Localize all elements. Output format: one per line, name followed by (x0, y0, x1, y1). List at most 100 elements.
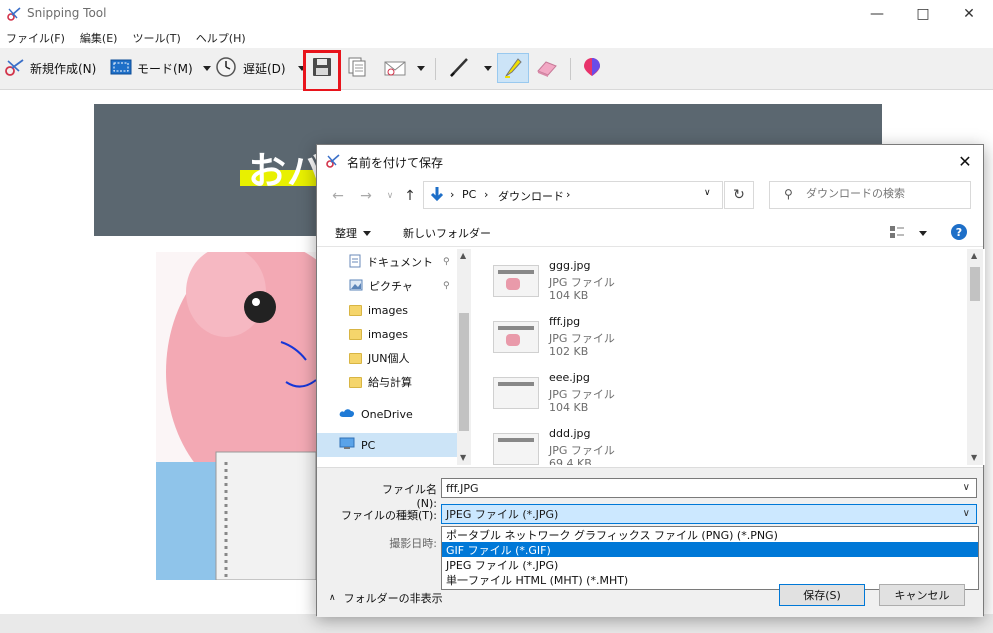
new-snip-label: 新規作成(N) (30, 61, 97, 76)
help-button[interactable]: ? (951, 224, 967, 240)
menu-bar: ファイル(F) 編集(E) ツール(T) ヘルプ(H) (0, 28, 993, 48)
navigation-pane: ドキュメント ⚲ ピクチャ ⚲ images images JUN個人 給与計算… (317, 249, 471, 465)
nav-item-payroll[interactable]: 給与計算 (349, 371, 412, 393)
nav-item-onedrive[interactable]: OneDrive (339, 403, 413, 425)
envelope-icon (383, 56, 407, 81)
file-item[interactable]: fff.jpg JPG ファイル 102 KB (493, 315, 693, 371)
breadcrumb-pc[interactable]: PC (462, 188, 476, 201)
scrollbar-thumb[interactable] (970, 267, 980, 301)
filetype-dropdown[interactable]: JPEG ファイル (*.JPG) ∨ (441, 504, 977, 524)
paint3d-icon (581, 56, 603, 81)
file-name: ggg.jpg (549, 259, 591, 272)
copy-icon (346, 56, 368, 81)
captured-photo (156, 252, 316, 580)
up-button[interactable]: ↑ (399, 185, 421, 207)
search-icon: ⚲ (784, 187, 793, 201)
view-details-icon (889, 225, 905, 242)
address-dropdown-icon[interactable]: ∨ (704, 188, 711, 198)
file-size: 69.4 KB (549, 457, 592, 465)
menu-help[interactable]: ヘルプ(H) (196, 30, 246, 46)
filetype-option-png[interactable]: ポータブル ネットワーク グラフィックス ファイル (PNG) (*.PNG) (442, 527, 978, 542)
eraser-button[interactable] (535, 56, 559, 80)
nav-item-pc-selected[interactable] (317, 433, 457, 457)
menu-edit[interactable]: 編集(E) (80, 30, 118, 46)
file-item[interactable]: eee.jpg JPG ファイル 104 KB (493, 371, 693, 427)
organize-button[interactable]: 整理 (335, 225, 371, 241)
file-type: JPG ファイル (549, 388, 615, 401)
scroll-down-icon[interactable]: ▼ (460, 453, 466, 462)
send-snip-button[interactable] (383, 56, 425, 80)
pen-button[interactable] (448, 56, 492, 80)
nav-item-documents[interactable]: ドキュメント (349, 251, 433, 273)
filetype-option-jpg[interactable]: JPEG ファイル (*.JPG) (442, 557, 978, 572)
new-folder-button[interactable]: 新しいフォルダー (403, 225, 491, 241)
nav-item-label: PC (361, 438, 376, 452)
refresh-button[interactable]: ↻ (724, 181, 754, 209)
scroll-up-icon[interactable]: ▲ (971, 251, 977, 260)
chevron-down-icon[interactable]: ∨ (963, 482, 970, 493)
folder-icon (349, 328, 362, 340)
chevron-down-icon: ∨ (962, 508, 970, 519)
nav-item-jun-personal[interactable]: JUN個人 (349, 347, 410, 369)
mode-dropdown-icon[interactable] (202, 65, 211, 71)
copy-button[interactable] (346, 56, 368, 80)
filename-field[interactable]: fff.JPG ∨ (441, 478, 977, 498)
new-snip-button[interactable]: 新規作成(N) (4, 56, 96, 80)
pin-icon: ⚲ (443, 281, 450, 291)
filename-label: ファイル名(N): (382, 483, 437, 510)
search-input[interactable] (806, 187, 961, 200)
nav-item-images-2[interactable]: images (349, 323, 408, 345)
new-folder-label: 新しいフォルダー (403, 227, 491, 240)
nav-item-pc[interactable]: PC (339, 434, 375, 456)
recent-locations-button[interactable]: ∨ (379, 185, 401, 207)
download-folder-icon (430, 186, 444, 205)
computer-icon (339, 437, 355, 453)
delay-button[interactable]: 遅延(D) (215, 56, 306, 80)
minimize-button[interactable]: — (854, 0, 900, 28)
file-thumbnail (493, 433, 539, 465)
scroll-down-icon[interactable]: ▼ (971, 453, 977, 462)
hide-folders-toggle[interactable]: ∧ フォルダーの非表示 (329, 590, 443, 606)
file-item[interactable]: ggg.jpg JPG ファイル 104 KB (493, 259, 693, 315)
file-item[interactable]: ddd.jpg JPG ファイル 69.4 KB (493, 427, 693, 465)
navigation-pane-scrollbar[interactable]: ▲ ▼ (457, 249, 471, 465)
highlighter-button[interactable] (497, 53, 529, 83)
filetype-option-gif[interactable]: GIF ファイル (*.GIF) (442, 542, 978, 557)
address-bar[interactable]: › PC › ダウンロード › ∨ (423, 181, 723, 209)
forward-button[interactable]: → (355, 185, 377, 207)
save-as-dialog: 名前を付けて保存 ✕ ← → ∨ ↑ › PC › ダウンロード › ∨ ↻ ⚲… (316, 144, 985, 617)
menu-file[interactable]: ファイル(F) (6, 30, 65, 46)
breadcrumb-downloads[interactable]: ダウンロード (498, 188, 564, 204)
close-button[interactable]: ✕ (946, 0, 992, 28)
file-size: 104 KB (549, 289, 589, 302)
pen-dropdown-icon[interactable] (484, 65, 492, 71)
file-thumbnail (493, 321, 539, 353)
title-bar: Snipping Tool — □ ✕ (0, 0, 993, 28)
nav-item-images[interactable]: images (349, 299, 408, 321)
send-dropdown-icon[interactable] (417, 65, 425, 71)
pin-icon: ⚲ (443, 257, 450, 267)
maximize-button[interactable]: □ (900, 0, 946, 28)
file-list-scrollbar[interactable]: ▲ ▼ (967, 249, 983, 465)
picture-icon (349, 279, 363, 294)
dialog-title: 名前を付けて保存 (347, 156, 444, 170)
search-box[interactable]: ⚲ (769, 181, 971, 209)
cancel-button[interactable]: キャンセル (879, 584, 965, 606)
hide-folders-label: フォルダーの非表示 (343, 592, 443, 605)
back-button[interactable]: ← (327, 185, 349, 207)
folder-icon (349, 352, 362, 364)
chevron-up-icon: ∧ (329, 593, 336, 603)
scrollbar-thumb[interactable] (459, 313, 469, 431)
file-type: JPG ファイル (549, 332, 615, 345)
folder-icon (349, 376, 362, 388)
nav-item-pictures[interactable]: ピクチャ (349, 275, 413, 297)
menu-tools[interactable]: ツール(T) (132, 30, 180, 46)
view-options-button[interactable] (889, 225, 927, 242)
mode-button[interactable]: モード(M) (110, 56, 211, 80)
filetype-label: ファイルの種類(T): (340, 509, 437, 522)
save-button-highlight (303, 50, 341, 92)
save-button[interactable]: 保存(S) (779, 584, 865, 606)
paint3d-button[interactable] (581, 56, 603, 80)
dialog-close-button[interactable]: ✕ (947, 145, 983, 177)
scroll-up-icon[interactable]: ▲ (460, 251, 466, 260)
